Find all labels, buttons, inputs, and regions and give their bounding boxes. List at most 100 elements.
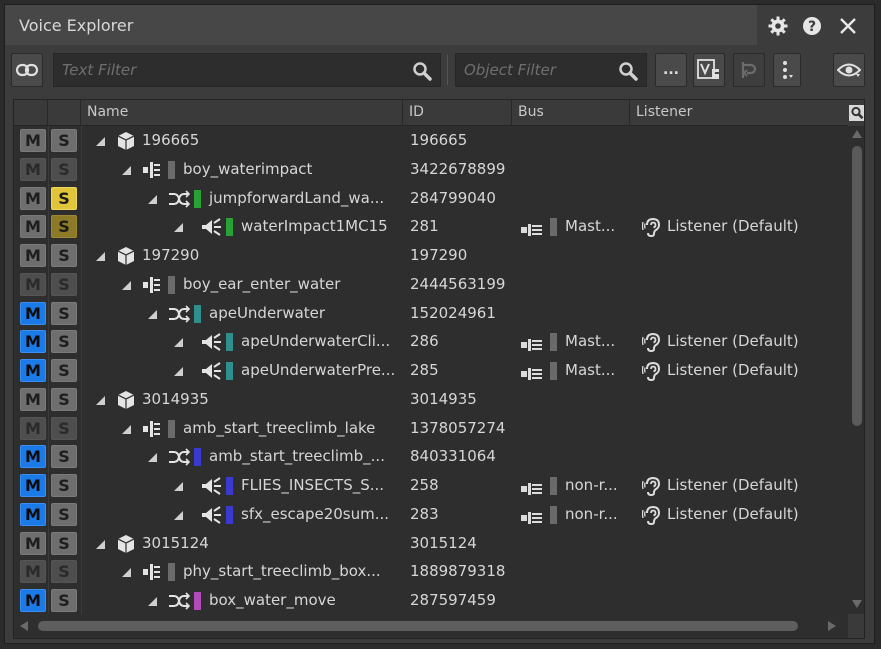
solo-button[interactable]: S xyxy=(51,129,77,152)
solo-button[interactable]: S xyxy=(51,330,77,354)
vertical-scrollbar[interactable] xyxy=(848,126,864,614)
expand-toggle-icon[interactable] xyxy=(148,194,157,204)
vertical-scroll-thumb[interactable] xyxy=(852,146,862,426)
mute-button[interactable]: M xyxy=(20,330,46,354)
mute-button[interactable]: M xyxy=(20,387,46,411)
mute-button[interactable]: M xyxy=(20,474,46,497)
solo-button[interactable]: S xyxy=(51,560,77,584)
mute-column-header[interactable] xyxy=(14,100,48,125)
expand-toggle-icon[interactable] xyxy=(148,597,157,606)
expand-toggle-icon[interactable] xyxy=(148,453,157,463)
table-row[interactable]: M Sphy_start_treeclimb_box... 1889879318 xyxy=(14,557,848,586)
expand-toggle-icon[interactable] xyxy=(174,367,183,376)
vertical-dots-icon[interactable] xyxy=(773,53,801,87)
solo-button[interactable]: S xyxy=(51,244,77,267)
text-filter-input[interactable] xyxy=(54,54,402,86)
mute-button[interactable]: M xyxy=(20,445,46,469)
solo-button[interactable]: S xyxy=(51,589,77,612)
mute-button[interactable]: M xyxy=(20,157,46,181)
link-icon[interactable] xyxy=(11,53,43,87)
solo-button[interactable]: S xyxy=(51,359,77,382)
solo-button[interactable]: S xyxy=(51,416,77,440)
solo-button[interactable]: S xyxy=(51,272,77,296)
expand-toggle-icon[interactable] xyxy=(174,482,183,491)
expand-toggle-icon[interactable] xyxy=(174,223,183,233)
table-row[interactable]: M SwaterImpact1MC15 281 Mast... Listener (De… xyxy=(14,212,848,241)
mute-button[interactable]: M xyxy=(20,560,46,584)
mute-button[interactable]: M xyxy=(20,502,46,526)
solo-button[interactable]: S xyxy=(51,474,77,497)
solo-button[interactable]: S xyxy=(51,445,77,469)
solo-button[interactable]: S xyxy=(51,157,77,181)
mute-button[interactable]: M xyxy=(20,301,46,325)
solo-column-header[interactable] xyxy=(48,100,81,125)
voice-monitor-icon[interactable] xyxy=(693,53,725,87)
solo-button[interactable]: S xyxy=(51,502,77,526)
title-tab[interactable]: Voice Explorer xyxy=(5,5,757,45)
table-row[interactable]: M SjumpforwardLand_wa... 284799040 xyxy=(14,184,848,213)
solo-button[interactable]: S xyxy=(51,531,77,555)
close-icon[interactable] xyxy=(835,13,861,39)
mute-button[interactable]: M xyxy=(20,215,46,239)
expand-toggle-icon[interactable] xyxy=(148,309,157,319)
expand-toggle-icon[interactable] xyxy=(122,568,131,578)
name-column-header[interactable]: Name xyxy=(81,100,403,125)
table-row[interactable]: M S 3014935 3014935 xyxy=(14,385,848,414)
horizontal-scroll-thumb[interactable] xyxy=(38,621,798,631)
expand-toggle-icon[interactable] xyxy=(96,137,105,146)
help-icon[interactable]: ? xyxy=(799,13,825,39)
search-icon[interactable] xyxy=(412,61,432,85)
scroll-left-icon[interactable] xyxy=(20,621,28,631)
search-icon[interactable] xyxy=(848,100,864,126)
expand-toggle-icon[interactable] xyxy=(122,424,131,434)
table-row[interactable]: M Samb_start_treeclimb_... 840331064 xyxy=(14,442,848,471)
scroll-up-icon[interactable] xyxy=(852,130,862,138)
mute-button[interactable]: M xyxy=(20,531,46,555)
text-filter-field[interactable] xyxy=(53,53,441,87)
table-row[interactable]: M Sboy_ear_enter_water 2444563199 xyxy=(14,270,848,299)
mute-button[interactable]: M xyxy=(20,129,46,152)
bus-column-header[interactable]: Bus xyxy=(512,100,630,125)
solo-button[interactable]: S xyxy=(51,387,77,411)
gear-icon[interactable] xyxy=(765,13,791,39)
mute-button[interactable]: M xyxy=(20,359,46,382)
solo-button[interactable]: S xyxy=(51,215,77,239)
expand-toggle-icon[interactable] xyxy=(122,280,131,290)
solo-button[interactable]: S xyxy=(51,186,77,210)
table-row[interactable]: M S 196665 196665 xyxy=(14,126,848,155)
scroll-down-icon[interactable] xyxy=(852,600,862,608)
id-column-header[interactable]: ID xyxy=(403,100,512,125)
table-row[interactable]: M Sboy_waterimpact 3422678899 xyxy=(14,155,848,184)
object-filter-input[interactable] xyxy=(456,54,614,86)
solo-button[interactable]: S xyxy=(51,301,77,325)
undo-icon[interactable] xyxy=(733,53,765,87)
mute-button[interactable]: M xyxy=(20,589,46,612)
expand-toggle-icon[interactable] xyxy=(122,165,131,175)
table-row[interactable]: M SapeUnderwaterCli... 286 Mast... Listener … xyxy=(14,327,848,356)
table-row[interactable]: M SapeUnderwaterPre... 285 Mast... Listener … xyxy=(14,356,848,385)
mute-button[interactable]: M xyxy=(20,186,46,210)
table-row[interactable]: M S 197290 197290 xyxy=(14,241,848,270)
mute-button[interactable]: M xyxy=(20,244,46,267)
expand-toggle-icon[interactable] xyxy=(174,510,183,520)
table-row[interactable]: M S FLIES_INSECTS_S... 258 non-r... Listener … xyxy=(14,471,848,500)
eye-icon[interactable] xyxy=(833,53,865,87)
table-row[interactable]: M SapeUnderwater 152024961 xyxy=(14,299,848,328)
gameobject-icon xyxy=(116,246,136,266)
expand-toggle-icon[interactable] xyxy=(96,395,105,405)
mute-button[interactable]: M xyxy=(20,272,46,296)
expand-toggle-icon[interactable] xyxy=(96,539,105,549)
table-row[interactable]: M S 3015124 3015124 xyxy=(14,529,848,558)
mute-button[interactable]: M xyxy=(20,416,46,440)
table-row[interactable]: M Ssfx_escape20sum... 283 non-r... Listener … xyxy=(14,500,848,529)
object-filter-field[interactable] xyxy=(455,53,647,87)
scroll-right-icon[interactable] xyxy=(828,621,836,631)
object-picker-button[interactable]: ... xyxy=(655,53,687,87)
expand-toggle-icon[interactable] xyxy=(96,252,105,261)
horizontal-scrollbar[interactable] xyxy=(14,614,848,638)
search-icon[interactable] xyxy=(618,61,638,85)
table-row[interactable]: M Samb_start_treeclimb_lake 1378057274 xyxy=(14,414,848,443)
expand-toggle-icon[interactable] xyxy=(174,338,183,348)
listener-column-header[interactable]: Listener xyxy=(630,100,848,125)
table-row[interactable]: M Sbox_water_move 287597459 xyxy=(14,586,848,614)
